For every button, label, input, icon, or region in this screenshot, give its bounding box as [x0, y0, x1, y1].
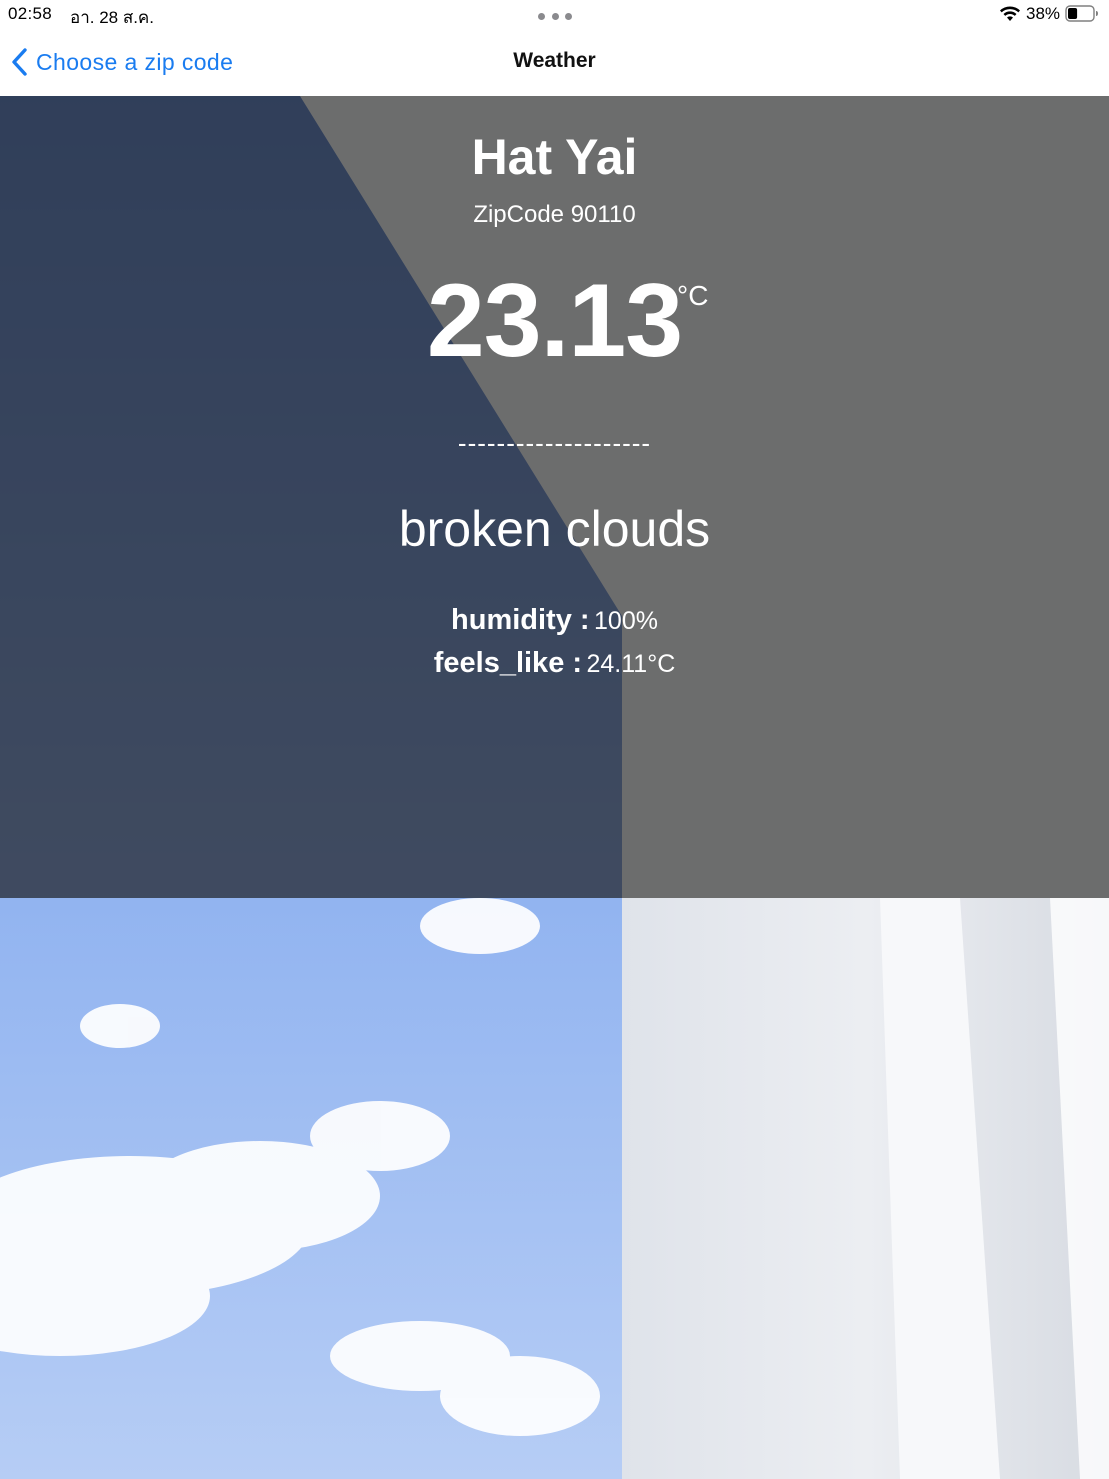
status-time: 02:58 [8, 4, 53, 23]
zipcode-row: ZipCode 90110 [0, 201, 1109, 229]
status-date: อา. 28 ส.ค. [70, 8, 155, 27]
temperature-value: 23.13 [426, 263, 683, 379]
feels-like-value: 24.11°C [586, 650, 676, 678]
feels-like-row: feels_like : 24.11°C [0, 647, 1109, 680]
humidity-row: humidity : 100% [0, 604, 1109, 637]
weather-description: broken clouds [398, 501, 711, 557]
humidity-label: humidity : [451, 604, 590, 636]
battery-icon [1065, 5, 1098, 22]
temperature-unit: °C [677, 280, 709, 311]
city-name: Hat Yai [471, 129, 638, 185]
page-title: Weather [513, 49, 596, 72]
battery-percentage: 38% [1026, 4, 1061, 23]
multitasking-dots-icon[interactable] [538, 13, 572, 21]
weather-screen: 02:58 อา. 28 ส.ค. 38% Choose a zip code … [0, 0, 1109, 1479]
wifi-icon [1000, 6, 1020, 21]
zipcode-label: ZipCode [473, 201, 565, 228]
status-bar: 02:58 อา. 28 ส.ค. 38% [0, 0, 1109, 30]
weather-info-panel: Hat Yai ZipCode 90110 23.13 °C ---------… [0, 96, 1109, 898]
navigation-bar: Choose a zip code Weather [0, 30, 1109, 96]
divider: -------------------- [457, 428, 652, 458]
zipcode-value: 90110 [570, 201, 636, 228]
feels-like-label: feels_like : [433, 647, 583, 679]
humidity-value: 100% [594, 607, 658, 635]
